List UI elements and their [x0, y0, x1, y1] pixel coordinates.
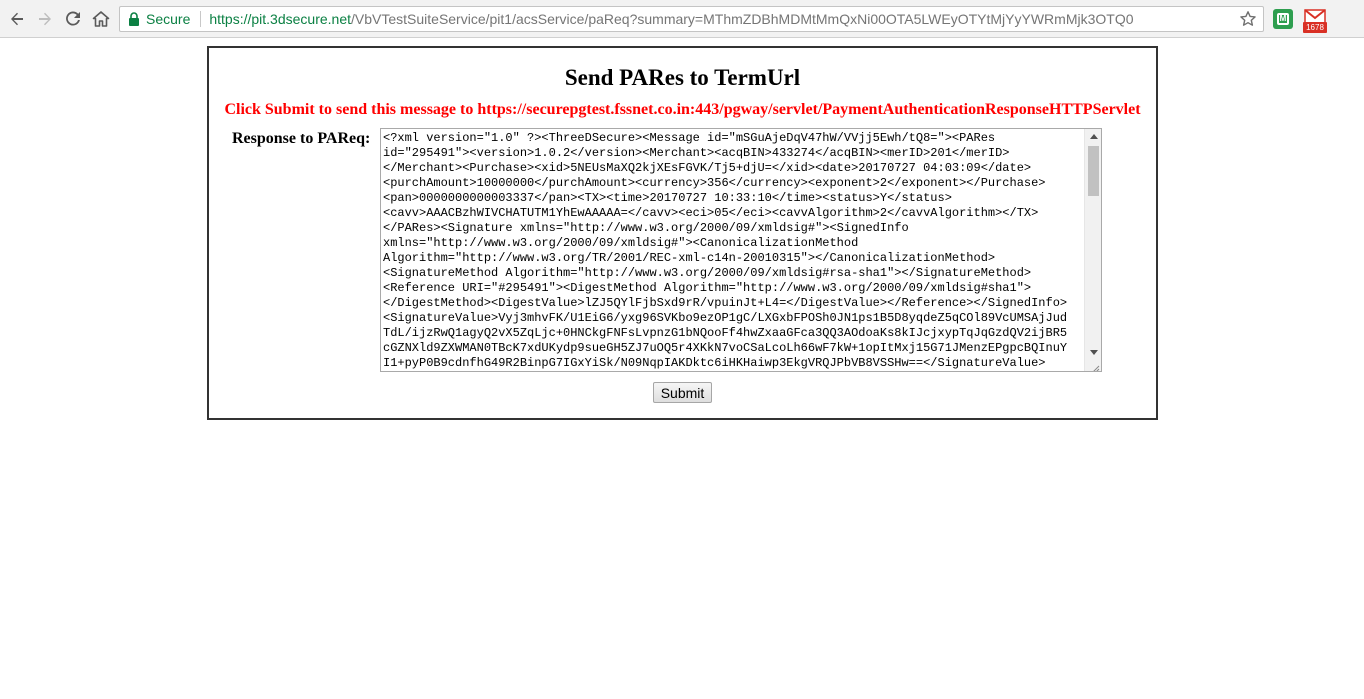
address-bar[interactable]: Secure https://pit.3dsecure.net /VbVTest…: [119, 6, 1264, 32]
arrow-left-icon: [11, 12, 23, 26]
arrow-right-icon: [39, 12, 51, 26]
textarea-scrollbar[interactable]: [1084, 129, 1101, 371]
pares-response-textarea[interactable]: <?xml version="1.0" ?><ThreeDSecure><Mes…: [380, 128, 1102, 372]
back-button[interactable]: [3, 5, 31, 33]
pares-form-frame: Send PARes to TermUrl Click Submit to se…: [207, 46, 1158, 420]
lock-icon: [128, 12, 140, 26]
reload-button[interactable]: [59, 5, 87, 33]
url-host: https://pit.3dsecure.net: [209, 11, 351, 27]
pares-xml-text: <?xml version="1.0" ?><ThreeDSecure><Mes…: [383, 131, 1068, 370]
forward-button[interactable]: [31, 5, 59, 33]
response-label: Response to PAReq:: [232, 130, 371, 147]
bookmark-star-icon[interactable]: [1239, 10, 1257, 28]
url-path: /VbVTestSuiteService/pit1/acsService/paR…: [351, 11, 1134, 27]
page-title: Send PARes to TermUrl: [564, 65, 801, 90]
submit-button[interactable]: Submit: [653, 382, 712, 403]
home-icon: [92, 11, 110, 27]
browser-toolbar: Secure https://pit.3dsecure.net /VbVTest…: [0, 0, 1364, 38]
secure-label: Secure: [146, 11, 191, 27]
submit-instruction: Click Submit to send this message to htt…: [224, 101, 1141, 118]
extension-m-icon[interactable]: M: [1273, 9, 1293, 29]
resize-grip-icon[interactable]: [1090, 360, 1100, 371]
scroll-thumb[interactable]: [1088, 146, 1099, 196]
scroll-down-arrow-icon[interactable]: [1085, 345, 1101, 360]
home-button[interactable]: [87, 5, 115, 33]
mail-count-badge: 1678: [1303, 22, 1327, 33]
reload-icon: [66, 11, 80, 26]
scroll-up-arrow-icon[interactable]: [1085, 129, 1101, 144]
omnibox-separator: [200, 11, 202, 27]
